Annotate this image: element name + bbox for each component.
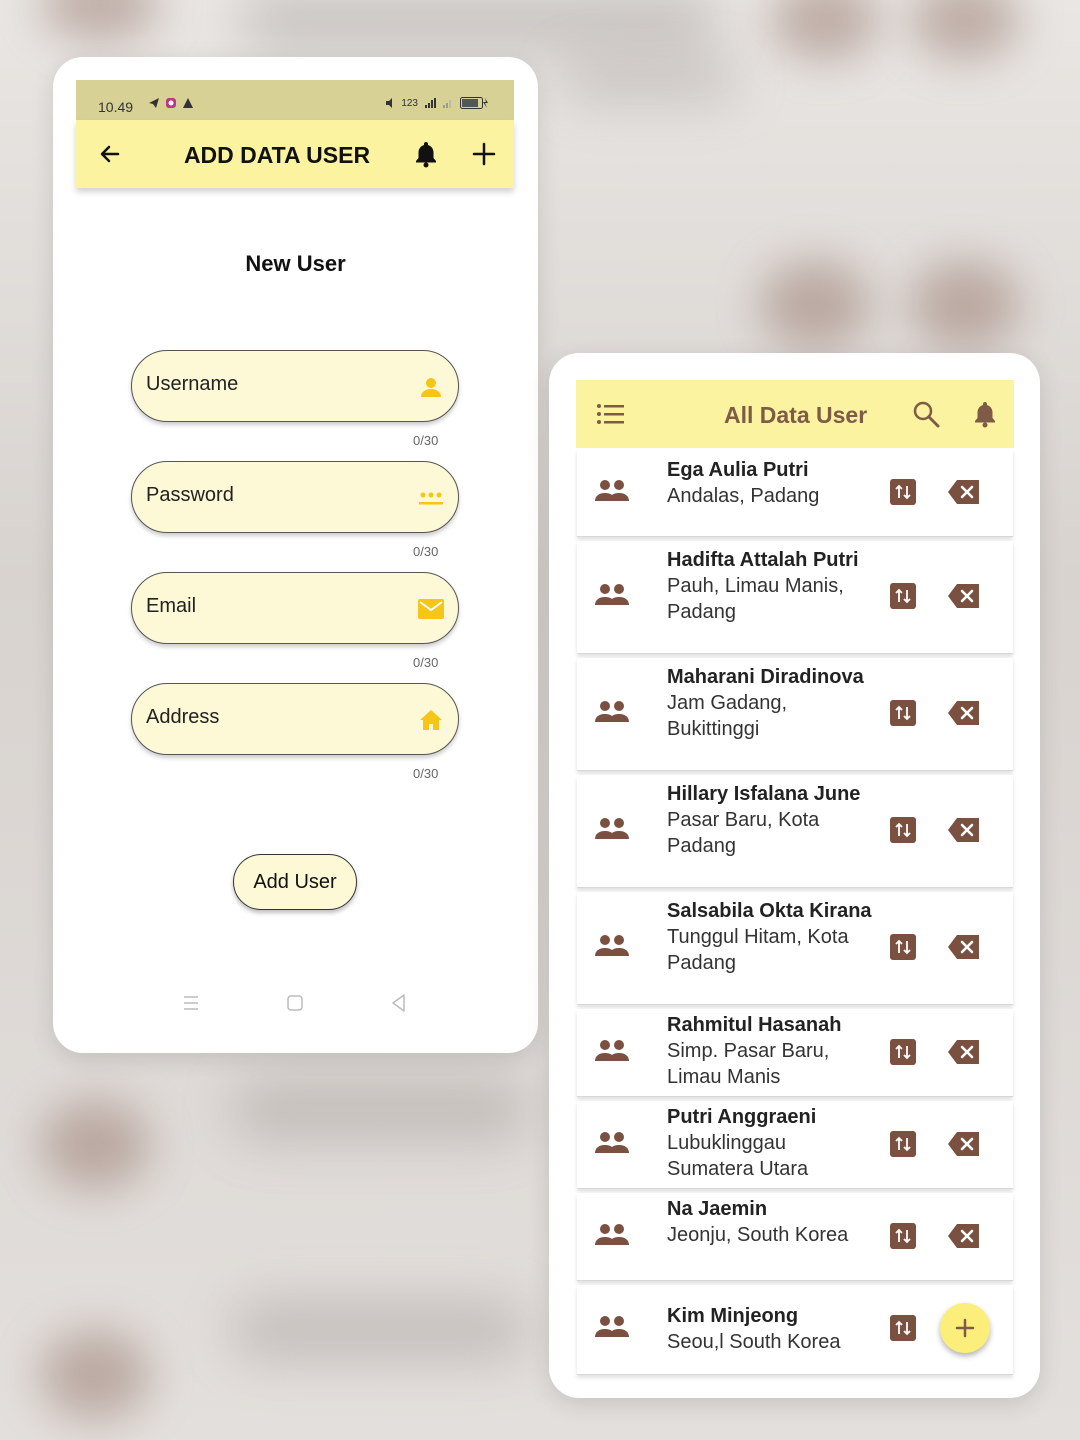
add-user-screen: 10.49 123 ADD DATA USER New User Usernam… [53, 57, 538, 1053]
delete-icon[interactable] [947, 479, 981, 505]
home-button-icon[interactable] [283, 991, 307, 1015]
user-name: Na Jaemin [667, 1198, 768, 1220]
dots-icon [418, 485, 444, 511]
signal-icon [425, 98, 436, 108]
user-list-item[interactable]: Na Jaemin Jeonju, South Korea [577, 1193, 1013, 1281]
user-address: Tunggul Hitam, Kota Padang [667, 926, 849, 974]
user-address: Jam Gadang, Bukittinggi [667, 692, 788, 740]
username-field[interactable]: Username [131, 350, 459, 422]
user-address: Jeonju, South Korea [667, 1224, 849, 1246]
edit-icon[interactable] [890, 583, 916, 609]
user-name: Hadifta Attalah Putri [667, 549, 859, 571]
people-icon [595, 583, 631, 607]
edit-icon[interactable] [890, 700, 916, 726]
warning-icon [183, 98, 193, 108]
mail-icon [418, 596, 444, 622]
delete-icon[interactable] [947, 817, 981, 843]
user-address: Pasar Baru, Kota Padang [667, 809, 820, 857]
user-name: Hillary Isfalana June [667, 783, 861, 805]
edit-icon[interactable] [890, 1131, 916, 1157]
user-name: Maharani Diradinova [667, 666, 864, 688]
password-counter: 0/30 [413, 544, 439, 559]
add-fab-button[interactable] [940, 1303, 990, 1353]
people-icon [595, 817, 631, 841]
status-time: 10.49 [98, 99, 134, 115]
delete-icon[interactable] [947, 583, 981, 609]
username-counter: 0/30 [413, 433, 439, 448]
user-list-item[interactable]: Hillary Isfalana June Pasar Baru, Kota Pa… [577, 775, 1013, 888]
people-icon [595, 700, 631, 724]
user-list-item[interactable]: Hadifta Attalah Putri Pauh, Limau Manis, … [577, 541, 1013, 654]
email-field[interactable]: Email [131, 572, 459, 644]
address-placeholder: Address [146, 706, 220, 728]
delete-icon[interactable] [947, 1039, 981, 1065]
home-icon [418, 707, 444, 733]
user-name: Salsabila Okta Kirana [667, 900, 872, 922]
delete-icon[interactable] [947, 700, 981, 726]
edit-icon[interactable] [890, 1039, 916, 1065]
plus-icon [955, 1318, 975, 1338]
form-title: New User [245, 251, 346, 276]
email-counter: 0/30 [413, 655, 439, 670]
people-icon [595, 1223, 631, 1247]
user-list-screen: All Data User Ega Aulia Putri Andalas, Pa… [549, 353, 1040, 1398]
edit-icon[interactable] [890, 1315, 916, 1341]
edit-icon[interactable] [890, 934, 916, 960]
people-icon [595, 1315, 631, 1339]
user-list-item[interactable]: Rahmitul Hasanah Simp. Pasar Baru, Limau … [577, 1009, 1013, 1097]
user-address: Lubuklinggau Sumatera Utara [667, 1132, 809, 1180]
user-list-item[interactable]: Salsabila Okta Kirana Tunggul Hitam, Kota… [577, 892, 1013, 1005]
bell-icon[interactable] [972, 399, 998, 429]
user-address: Simp. Pasar Baru, Limau Manis [667, 1040, 830, 1088]
email-placeholder: Email [146, 595, 197, 617]
back-nav-icon[interactable] [387, 991, 411, 1015]
user-name: Ega Aulia Putri [667, 459, 809, 481]
people-icon [595, 479, 631, 503]
delete-icon[interactable] [947, 934, 981, 960]
add-user-button[interactable]: Add User [233, 854, 357, 910]
address-counter: 0/30 [413, 766, 439, 781]
user-address: Seou,l South Korea [667, 1331, 841, 1353]
address-field[interactable]: Address [131, 683, 459, 755]
app-bar: All Data User [576, 380, 1014, 448]
user-name: Putri Anggraeni [667, 1106, 817, 1128]
people-icon [595, 1131, 631, 1155]
status-bar: 10.49 123 [76, 80, 514, 120]
plus-icon[interactable] [468, 138, 500, 170]
telegram-icon [149, 98, 159, 108]
edit-icon[interactable] [890, 817, 916, 843]
delete-icon[interactable] [947, 1223, 981, 1249]
search-icon[interactable] [912, 400, 940, 428]
edit-icon[interactable] [890, 1223, 916, 1249]
user-list-item[interactable]: Ega Aulia Putri Andalas, Padang [577, 449, 1013, 537]
app-bar: ADD DATA USER [76, 120, 514, 188]
list-icon[interactable] [596, 403, 626, 425]
page-title: All Data User [724, 402, 868, 428]
username-placeholder: Username [146, 373, 239, 395]
instagram-icon [166, 98, 176, 108]
recent-apps-icon[interactable] [179, 991, 203, 1015]
mute-icon [386, 98, 393, 108]
user-list-item[interactable]: Putri Anggraeni Lubuklinggau Sumatera Uta… [577, 1101, 1013, 1189]
user-address: Pauh, Limau Manis, Padang [667, 575, 844, 623]
network-speed: 123 [401, 97, 418, 109]
password-field[interactable]: Password [131, 461, 459, 533]
people-icon [595, 934, 631, 958]
password-placeholder: Password [146, 484, 234, 506]
user-name: Kim Minjeong [667, 1305, 799, 1327]
user-list-item[interactable]: Maharani Diradinova Jam Gadang, Bukitting… [577, 658, 1013, 771]
person-icon [418, 374, 444, 400]
user-name: Rahmitul Hasanah [667, 1014, 842, 1036]
delete-icon[interactable] [947, 1131, 981, 1157]
edit-icon[interactable] [890, 479, 916, 505]
system-nav-bar [53, 991, 538, 1015]
signal-2-icon [443, 100, 451, 108]
bell-icon[interactable] [410, 138, 442, 170]
page-title: ADD DATA USER [183, 142, 371, 168]
battery-icon [460, 97, 488, 109]
user-address: Andalas, Padang [667, 485, 820, 507]
people-icon [595, 1039, 631, 1063]
